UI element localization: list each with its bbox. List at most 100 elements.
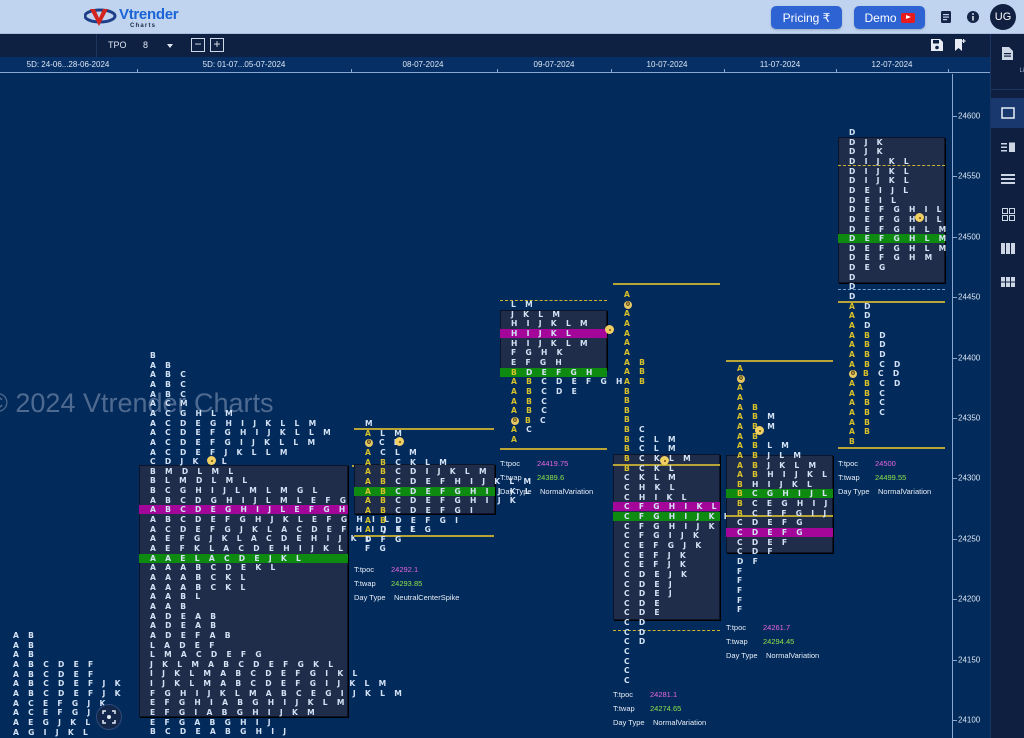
tpo-letter: D	[195, 495, 205, 505]
tpo-letter: E	[210, 505, 220, 515]
tpo-letter: H	[555, 357, 566, 367]
focus-icon	[102, 710, 116, 724]
bookmark-add-icon[interactable]	[953, 38, 967, 52]
date-axis-label: 12-07-2024	[871, 60, 913, 69]
tpo-letter: B	[221, 708, 231, 718]
save-icon[interactable]	[930, 38, 944, 52]
tpo-row: B C K L	[624, 464, 677, 474]
tpo-letter: F	[653, 560, 662, 570]
tpo-row: D E G	[849, 263, 889, 273]
tpo-letter: E	[864, 214, 874, 224]
vwap-marker-icon	[755, 426, 764, 435]
tpo-letter: E	[654, 608, 663, 618]
zoom-in-button[interactable]: +	[210, 38, 224, 52]
tpo-letter: K	[364, 688, 375, 698]
live-button[interactable]: Live	[991, 42, 1024, 82]
tpo-letter: C	[624, 627, 633, 637]
tpo-letter: K	[653, 463, 664, 473]
focus-center-button[interactable]	[96, 704, 122, 730]
tpo-letter: H	[239, 428, 250, 438]
tpo-letter: L	[177, 659, 186, 669]
youtube-icon	[900, 12, 915, 23]
zoom-out-button[interactable]: −	[191, 38, 205, 52]
tpo-letter: E	[254, 553, 263, 563]
notes-icon[interactable]	[939, 10, 953, 24]
price-axis-tick	[953, 659, 957, 661]
tpo-letter: G	[297, 659, 308, 669]
initial-balance-high-line	[613, 283, 720, 285]
tpo-letter: K	[449, 467, 459, 477]
tpo-letter: C	[879, 398, 889, 408]
tpo-letter: K	[67, 727, 78, 737]
initial-balance-low-line	[838, 447, 945, 449]
tpo-row: B	[849, 437, 858, 447]
layout-split-button[interactable]	[991, 132, 1024, 162]
pricing-button[interactable]: Pricing ₹	[771, 6, 842, 29]
tpo-letter: G	[667, 540, 678, 550]
tpo-letter: L	[296, 553, 305, 563]
tpo-letter: L	[228, 466, 237, 476]
layout-rows-button[interactable]	[991, 164, 1024, 194]
tpo-letter: G	[653, 511, 663, 521]
tpo-size-value[interactable]: 8	[143, 40, 148, 50]
tpo-letter: M	[225, 408, 237, 418]
tpo-letter: C	[250, 679, 260, 689]
tpo-letter: D	[410, 467, 420, 477]
layout-single-button[interactable]	[991, 98, 1024, 128]
tpo-row: A A A B C K L	[150, 573, 249, 583]
tpo-letter: F	[88, 679, 97, 689]
tpo-row: D I J K L	[849, 167, 912, 177]
tpo-letter: L	[235, 486, 244, 496]
layout-grid-button[interactable]	[991, 199, 1024, 229]
tpo-letter: L	[903, 185, 912, 195]
tpo-letter: L	[165, 476, 174, 486]
layout-grid6-button[interactable]	[991, 267, 1024, 297]
tpo-letter: B	[165, 389, 175, 399]
tpo-letter: D	[864, 311, 874, 321]
tpo-letter: C	[624, 483, 633, 492]
chart-type-label: TPO	[108, 40, 127, 50]
tpo-letter: B	[195, 572, 205, 582]
tpo-letter: L	[234, 688, 244, 698]
price-axis-label: 24300	[958, 473, 981, 483]
tpo-row: A C	[511, 425, 535, 435]
tpo-letter: H	[240, 505, 251, 515]
tpo-size-dropdown-icon[interactable]	[167, 44, 173, 48]
demo-button[interactable]: Demo	[854, 6, 925, 29]
tpo-letter: K	[174, 679, 184, 689]
tpo-letter: C	[180, 505, 190, 515]
tpo-letter: A	[150, 370, 160, 380]
tpo-letter: L	[903, 166, 913, 176]
date-axis-label: 5D: 24-06...28-06-2024	[26, 60, 110, 69]
info-icon[interactable]	[966, 10, 980, 24]
tpo-letter: C	[624, 656, 633, 666]
tpo-letter: G	[309, 669, 320, 679]
price-axis-label: 24400	[958, 353, 981, 363]
tpo-row: A B C K L M	[365, 458, 450, 468]
tpo-row: A D E A B	[150, 621, 219, 631]
tpo-letter: C	[165, 408, 175, 418]
tpo-letter: A	[849, 407, 859, 417]
tpo-letter: A	[624, 309, 634, 319]
price-axis[interactable]: 24600 24550 24500 24450 24400 24350 24300 24250…	[952, 74, 990, 738]
tpo-letter: C	[624, 540, 633, 550]
day-type-label: Day Type	[613, 718, 645, 727]
tpo-letter: L	[903, 176, 913, 186]
vtrender-logo[interactable]: Vtrender Charts	[84, 6, 179, 30]
layout-columns-button[interactable]	[991, 233, 1024, 263]
tpo-row: D E I L	[849, 196, 899, 206]
tpo-letter: D	[894, 378, 904, 388]
tpo-letter: K	[680, 569, 691, 579]
tpo-letter: M	[280, 486, 292, 496]
tpo-letter: I	[325, 679, 332, 689]
tpo-letter: K	[654, 483, 664, 492]
tpo-chart-area[interactable]: © 2024 Vtrender Charts A BA BA BA B C D …	[0, 74, 952, 738]
tpo-letter: A	[250, 534, 261, 544]
sidebar-divider	[991, 89, 1024, 90]
tpo-letter: D	[195, 505, 205, 515]
tpo-letter: I	[425, 467, 432, 477]
user-avatar[interactable]: UG	[990, 4, 1016, 30]
tpo-letter: J	[668, 589, 675, 599]
tpo-letter: I	[150, 669, 157, 679]
tpo-letter: I	[241, 495, 248, 505]
